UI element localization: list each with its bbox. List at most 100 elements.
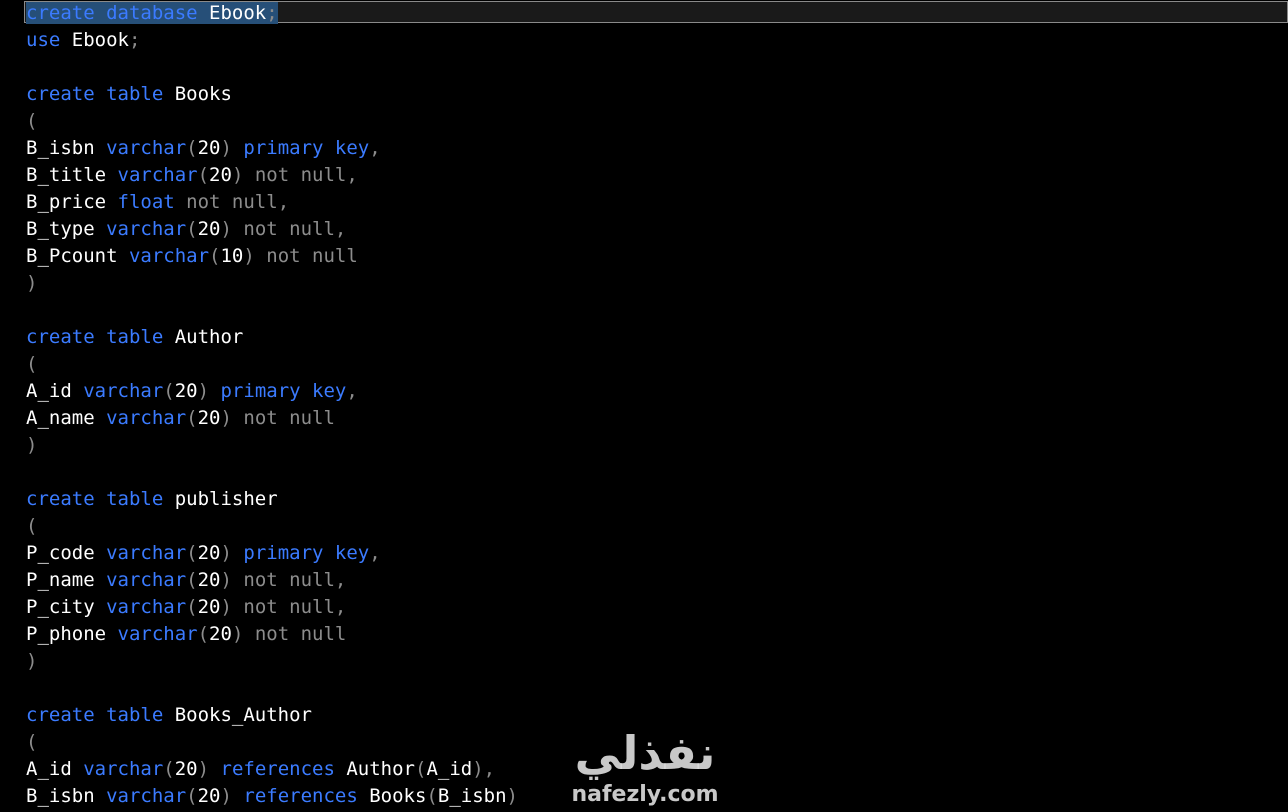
code-token: 20: [209, 623, 232, 645]
code-token: (: [186, 785, 198, 807]
code-token: (: [186, 569, 198, 591]
code-token: ): [220, 407, 244, 429]
code-token: (: [26, 731, 38, 753]
keyword-token: float: [117, 191, 175, 213]
code-token: 20: [174, 758, 198, 780]
keyword-token: varchar: [106, 569, 187, 591]
code-line[interactable]: ): [26, 648, 518, 675]
code-token: (: [163, 758, 175, 780]
code-token: Ebook: [209, 2, 267, 24]
keyword-token: varchar: [106, 596, 187, 618]
keyword-token: references: [220, 758, 335, 780]
code-token: Books: [163, 83, 232, 105]
code-area[interactable]: create database Ebook; use Ebook; create …: [26, 0, 518, 810]
code-token: ): [26, 272, 38, 294]
code-token: (: [197, 623, 210, 645]
code-token: ,: [277, 191, 290, 213]
keyword-token: varchar: [106, 542, 187, 564]
code-line[interactable]: create table Books: [26, 81, 518, 108]
code-token: ,: [334, 569, 347, 591]
code-token: ;: [266, 2, 278, 24]
code-token: (: [209, 245, 221, 267]
code-line[interactable]: (: [26, 513, 518, 540]
code-token: 20: [209, 164, 232, 186]
code-line[interactable]: B_price float not null,: [26, 189, 518, 216]
code-token: Author: [163, 326, 244, 348]
code-token: not null: [243, 569, 335, 591]
code-line[interactable]: (: [26, 729, 518, 756]
code-token: 20: [197, 542, 221, 564]
code-token: (: [186, 218, 198, 240]
code-line[interactable]: [26, 54, 518, 81]
watermark-logo-text: نفذلي: [574, 726, 716, 780]
keyword-token: varchar: [83, 380, 164, 402]
code-line[interactable]: create table publisher: [26, 486, 518, 513]
code-token: B_price: [26, 191, 118, 213]
code-token: 20: [197, 569, 221, 591]
code-token: B_isbn: [26, 137, 107, 159]
keyword-token: create table: [26, 488, 164, 510]
code-token: ): [220, 569, 244, 591]
code-token: (: [186, 137, 198, 159]
code-token: 20: [197, 407, 221, 429]
code-token: ): [197, 758, 221, 780]
code-line[interactable]: A_id varchar(20) references Author(A_id)…: [26, 756, 518, 783]
watermark: نفذلي nafezly.com: [560, 726, 730, 812]
code-token: ): [220, 785, 244, 807]
code-line[interactable]: B_isbn varchar(20) primary key,: [26, 135, 518, 162]
code-token: P_name: [26, 569, 107, 591]
code-line[interactable]: [26, 297, 518, 324]
code-token: not null: [254, 623, 347, 645]
code-token: publisher: [163, 488, 278, 510]
keyword-token: varchar: [106, 137, 187, 159]
code-token: (: [163, 380, 175, 402]
code-line[interactable]: (: [26, 351, 518, 378]
code-token: Books: [357, 785, 427, 807]
code-line[interactable]: ): [26, 432, 518, 459]
code-token: ): [26, 434, 38, 456]
code-line[interactable]: create table Author: [26, 324, 518, 351]
code-token: ): [220, 218, 244, 240]
code-line[interactable]: P_city varchar(20) not null,: [26, 594, 518, 621]
code-line[interactable]: B_isbn varchar(20) references Books(B_is…: [26, 783, 518, 810]
code-line[interactable]: [26, 675, 518, 702]
code-line[interactable]: (: [26, 108, 518, 135]
code-line[interactable]: use Ebook;: [26, 27, 518, 54]
keyword-token: varchar: [117, 623, 198, 645]
keyword-token: varchar: [106, 218, 187, 240]
code-line[interactable]: ): [26, 270, 518, 297]
keyword-token: create table: [26, 326, 164, 348]
code-token: A_id: [26, 380, 84, 402]
code-line[interactable]: B_type varchar(20) not null,: [26, 216, 518, 243]
code-line[interactable]: P_code varchar(20) primary key,: [26, 540, 518, 567]
keyword-token: create table: [26, 704, 164, 726]
keyword-token: primary key: [220, 380, 347, 402]
code-token: ): [231, 623, 255, 645]
code-token: ): [197, 380, 221, 402]
code-line[interactable]: [26, 459, 518, 486]
keyword-token: varchar: [83, 758, 164, 780]
code-token: A_id: [26, 758, 84, 780]
code-token: B_title: [26, 164, 118, 186]
keyword-token: varchar: [106, 785, 187, 807]
code-line[interactable]: A_id varchar(20) primary key,: [26, 378, 518, 405]
code-line[interactable]: create table Books_Author: [26, 702, 518, 729]
code-token: (: [186, 407, 198, 429]
code-token: (: [26, 110, 38, 132]
code-line[interactable]: create database Ebook;: [26, 0, 518, 27]
keyword-token: create database: [26, 2, 198, 24]
sql-editor[interactable]: create database Ebook; use Ebook; create …: [0, 0, 1288, 812]
code-token: ): [231, 164, 255, 186]
code-line[interactable]: B_Pcount varchar(10) not null: [26, 243, 518, 270]
code-token: Author: [334, 758, 415, 780]
code-token: ),: [472, 758, 496, 780]
code-line[interactable]: P_name varchar(20) not null,: [26, 567, 518, 594]
code-line[interactable]: B_title varchar(20) not null,: [26, 162, 518, 189]
code-token: ,: [334, 218, 347, 240]
keyword-token: varchar: [106, 407, 187, 429]
code-token: 20: [197, 137, 221, 159]
code-line[interactable]: P_phone varchar(20) not null: [26, 621, 518, 648]
code-line[interactable]: A_name varchar(20) not null: [26, 405, 518, 432]
code-token: ;: [128, 29, 141, 51]
